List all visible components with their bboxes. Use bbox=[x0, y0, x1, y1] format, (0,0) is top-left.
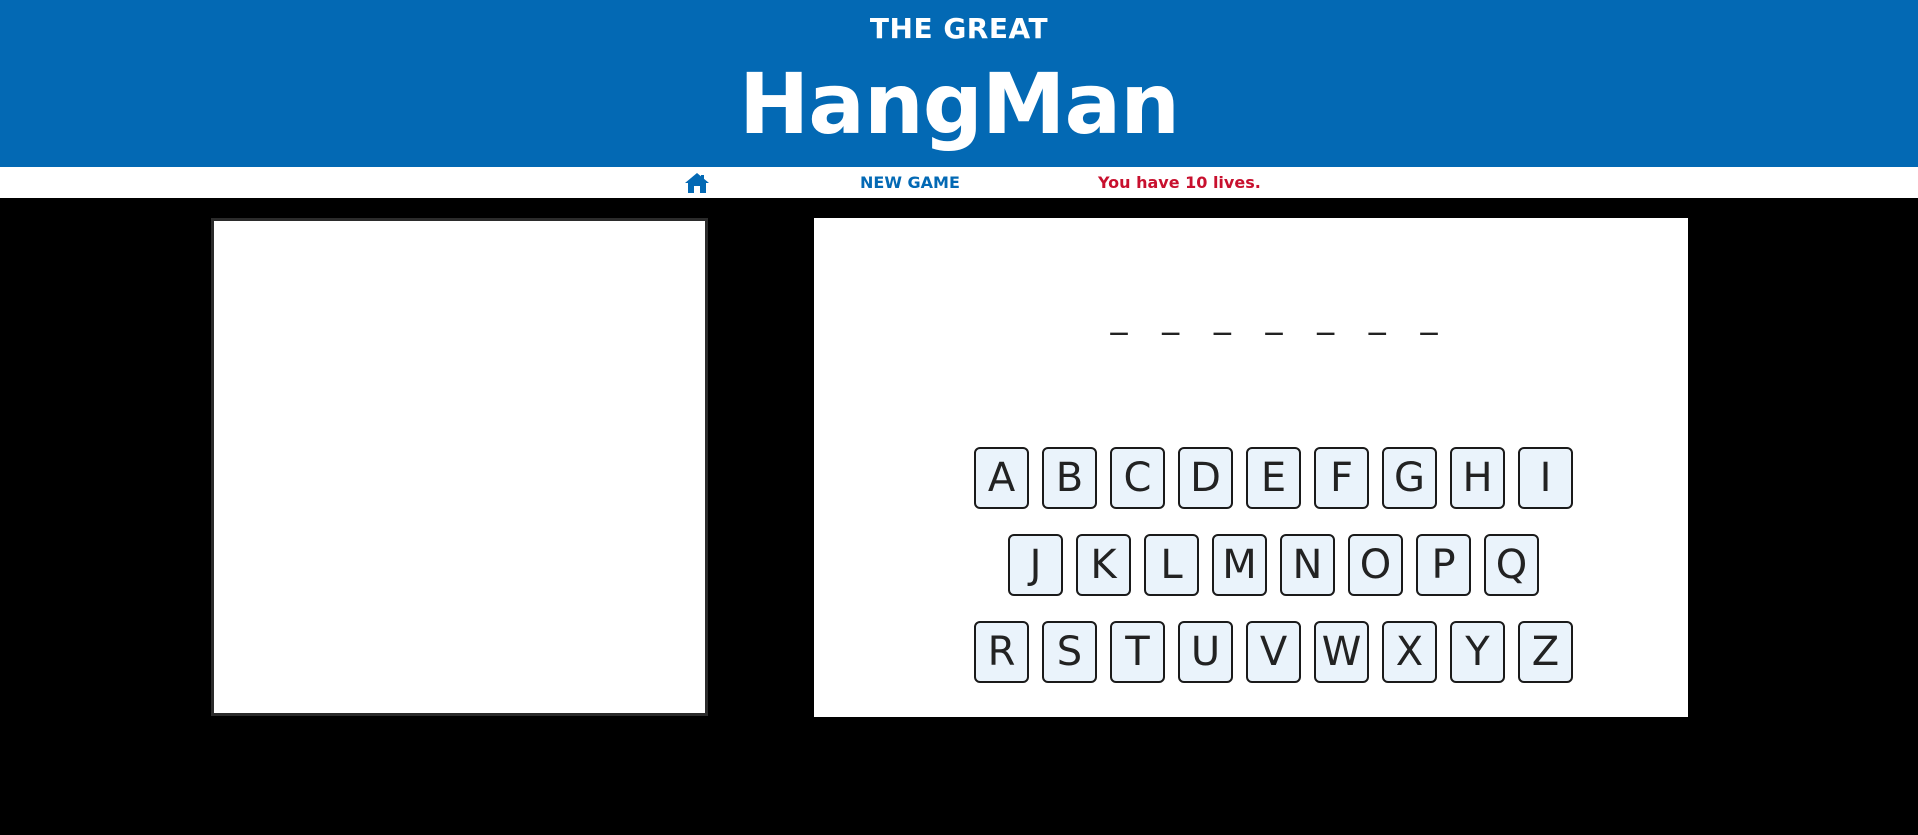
keyboard-row-3: RSTUVWXYZ bbox=[974, 621, 1573, 683]
letter-key-q[interactable]: Q bbox=[1484, 534, 1539, 596]
header-subtitle: THE GREAT bbox=[869, 12, 1049, 45]
letter-key-d[interactable]: D bbox=[1178, 447, 1233, 509]
letter-key-z[interactable]: Z bbox=[1518, 621, 1573, 683]
letter-key-g[interactable]: G bbox=[1382, 447, 1437, 509]
letter-key-u[interactable]: U bbox=[1178, 621, 1233, 683]
app-title: HangMan bbox=[739, 55, 1180, 153]
letter-key-i[interactable]: I bbox=[1518, 447, 1573, 509]
letter-key-m[interactable]: M bbox=[1212, 534, 1267, 596]
letter-key-f[interactable]: F bbox=[1314, 447, 1369, 509]
letter-key-h[interactable]: H bbox=[1450, 447, 1505, 509]
keyboard-row-2: JKLMNOPQ bbox=[1008, 534, 1539, 596]
hangman-drawing-area bbox=[211, 218, 708, 716]
letter-key-v[interactable]: V bbox=[1246, 621, 1301, 683]
lives-status: You have 10 lives. bbox=[1098, 173, 1261, 192]
letter-key-l[interactable]: L bbox=[1144, 534, 1199, 596]
letter-key-a[interactable]: A bbox=[974, 447, 1029, 509]
home-icon-graphic bbox=[685, 173, 709, 193]
navbar: NEW GAME You have 10 lives. bbox=[0, 167, 1918, 198]
letter-key-t[interactable]: T bbox=[1110, 621, 1165, 683]
letter-blank: _ bbox=[1213, 296, 1231, 336]
letter-key-o[interactable]: O bbox=[1348, 534, 1403, 596]
letter-key-j[interactable]: J bbox=[1008, 534, 1063, 596]
letter-key-c[interactable]: C bbox=[1110, 447, 1165, 509]
letter-key-n[interactable]: N bbox=[1280, 534, 1335, 596]
letter-blank: _ bbox=[1110, 296, 1128, 336]
home-icon[interactable] bbox=[684, 172, 710, 194]
letter-key-e[interactable]: E bbox=[1246, 447, 1301, 509]
letter-blank: _ bbox=[1162, 296, 1180, 336]
app-header: THE GREAT HangMan bbox=[0, 0, 1918, 167]
letter-blank: _ bbox=[1317, 296, 1335, 336]
letter-key-k[interactable]: K bbox=[1076, 534, 1131, 596]
keyboard-row-1: ABCDEFGHI bbox=[974, 447, 1573, 509]
letter-blank: _ bbox=[1265, 296, 1283, 336]
letter-key-s[interactable]: S bbox=[1042, 621, 1097, 683]
letter-key-r[interactable]: R bbox=[974, 621, 1029, 683]
letter-key-y[interactable]: Y bbox=[1450, 621, 1505, 683]
letter-blank: _ bbox=[1368, 296, 1386, 336]
letter-key-p[interactable]: P bbox=[1416, 534, 1471, 596]
letter-key-w[interactable]: W bbox=[1314, 621, 1369, 683]
game-panel: _ _ _ _ _ _ _ ABCDEFGHI JKLMNOPQ RSTUVWXYZ bbox=[814, 218, 1688, 717]
letter-blank: _ bbox=[1420, 296, 1438, 336]
new-game-link[interactable]: NEW GAME bbox=[860, 173, 960, 192]
letter-key-x[interactable]: X bbox=[1382, 621, 1437, 683]
word-blanks: _ _ _ _ _ _ _ bbox=[1104, 296, 1444, 336]
letter-key-b[interactable]: B bbox=[1042, 447, 1097, 509]
